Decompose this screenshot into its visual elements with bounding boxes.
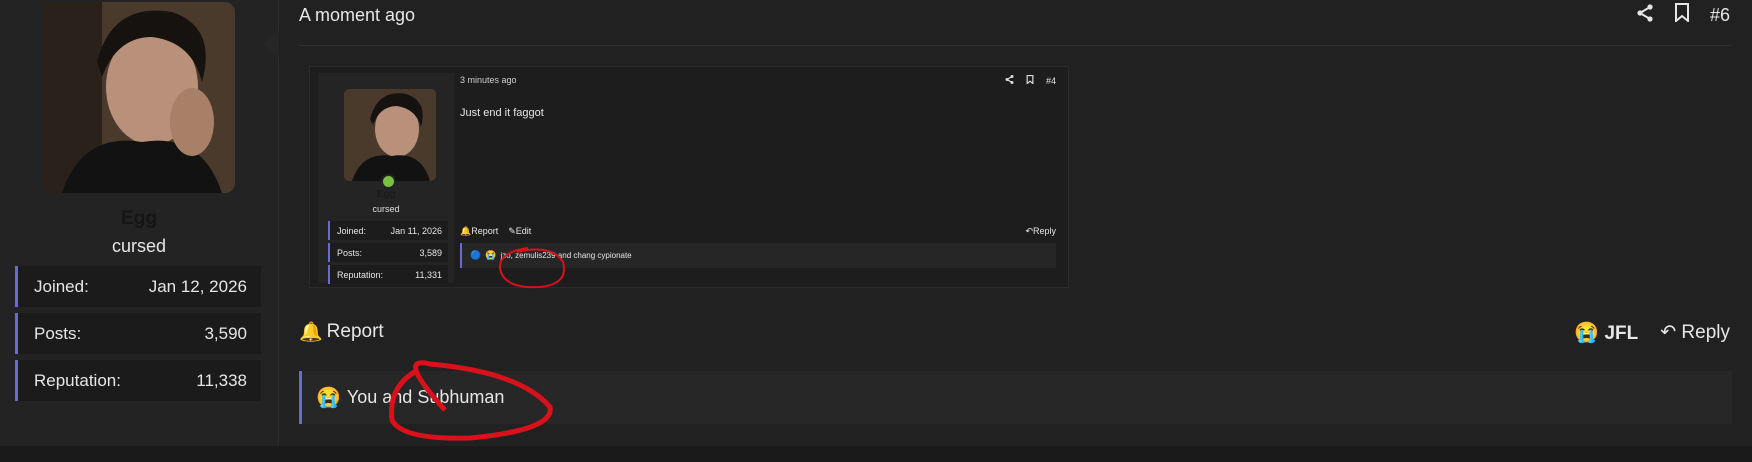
divider: [299, 45, 1732, 46]
report-label: Report: [326, 321, 384, 342]
reaction-emoji-cry: 😭: [485, 250, 497, 260]
quoted-author-sidebar: Egg cursed Joined: Jan 11, 2026 Posts: 3…: [318, 73, 454, 284]
stat-posts: Posts: 3,590: [15, 313, 261, 354]
bookmark-icon[interactable]: [1026, 74, 1034, 86]
stat-value: Jan 12, 2026: [148, 276, 247, 296]
stat-reputation: Reputation: 11,338: [15, 360, 261, 401]
author-name[interactable]: Egg: [0, 208, 278, 230]
reaction-emoji-cry: 😭: [1574, 322, 1600, 344]
quoted-stat-reputation: Reputation: 11,331: [328, 265, 448, 284]
post-arrow: [263, 30, 279, 58]
report-label: Report: [471, 226, 499, 236]
quoted-author-name[interactable]: Egg: [318, 189, 454, 200]
stat-label: Posts:: [34, 323, 82, 343]
stat-label: Posts:: [337, 247, 363, 258]
reply-icon: ↶: [1660, 322, 1677, 343]
quoted-post-number[interactable]: #4: [1046, 76, 1056, 86]
post-main: A moment ago #6 Egg cursed Joined: Jan 1…: [279, 0, 1752, 446]
quoted-avatar[interactable]: [344, 89, 436, 181]
author-sidebar: Egg cursed Joined: Jan 12, 2026 Posts: 3…: [0, 0, 279, 446]
post-number[interactable]: #6: [1710, 5, 1730, 26]
jfl-button[interactable]: 😭 JFL: [1574, 320, 1638, 345]
post-timestamp[interactable]: A moment ago: [299, 5, 415, 26]
stat-value: 3,589: [419, 247, 442, 258]
edit-label: Edit: [515, 226, 532, 236]
reply-icon: ↶: [1025, 226, 1033, 236]
reaction-emoji-cry: 😭: [316, 387, 341, 409]
reply-button[interactable]: ↶ Reply: [1660, 321, 1730, 344]
stat-value: 3,590: [204, 323, 247, 343]
stat-value: Jan 11, 2026: [390, 225, 442, 236]
bell-icon: 🔔: [460, 226, 472, 236]
quoted-reply-button[interactable]: ↶Reply: [1025, 226, 1056, 237]
reactions-bar[interactable]: 😭 You and Subhuman: [299, 371, 1732, 424]
quoted-reaction-text: jzo, zemulis239 and chang cypionate: [500, 251, 632, 260]
quoted-header-actions: #4: [1005, 74, 1056, 86]
author-title: cursed: [111, 236, 167, 256]
report-button[interactable]: 🔔 Report: [299, 320, 384, 344]
quoted-stat-joined: Joined: Jan 11, 2026: [328, 221, 448, 240]
quoted-edit-button[interactable]: ✎Edit: [508, 226, 531, 237]
quoted-actions: 🔔Report ✎Edit: [460, 226, 531, 237]
share-icon[interactable]: [1005, 75, 1014, 86]
reaction-text: You and Subhuman: [346, 387, 505, 407]
reply-label: Reply: [1681, 322, 1730, 343]
reaction-emoji-like: 🔵: [470, 250, 482, 260]
quoted-stat-posts: Posts: 3,589: [328, 243, 448, 262]
quoted-post: Egg cursed Joined: Jan 11, 2026 Posts: 3…: [309, 66, 1069, 288]
pencil-icon: ✎: [508, 226, 516, 236]
stat-label: Reputation:: [34, 370, 121, 390]
quoted-timestamp[interactable]: 3 minutes ago: [460, 75, 517, 85]
quoted-reactions[interactable]: 🔵 😭 jzo, zemulis239 and chang cypionate: [460, 243, 1056, 268]
stat-value: 11,338: [196, 370, 247, 390]
reply-label: Reply: [1032, 226, 1056, 236]
bell-icon: 🔔: [299, 322, 323, 343]
stat-joined: Joined: Jan 12, 2026: [15, 266, 261, 307]
online-status-dot: [381, 174, 396, 189]
bottom-strip: [0, 446, 1752, 462]
quoted-report-button[interactable]: 🔔Report: [460, 226, 498, 237]
stat-label: Joined:: [34, 276, 89, 296]
avatar[interactable]: [42, 2, 235, 193]
quoted-author-title: cursed: [372, 204, 400, 214]
quoted-body: Just end it faggot: [460, 107, 544, 119]
jfl-label: JFL: [1604, 323, 1639, 344]
stat-label: Joined:: [337, 225, 367, 236]
stat-value: 11,331: [415, 269, 442, 280]
post-header-actions: #6: [1636, 3, 1730, 27]
post-actions-right: 😭 JFL ↶ Reply: [1574, 320, 1730, 345]
stat-label: Reputation:: [337, 269, 384, 280]
share-icon[interactable]: [1636, 3, 1654, 27]
bookmark-icon[interactable]: [1674, 3, 1690, 27]
